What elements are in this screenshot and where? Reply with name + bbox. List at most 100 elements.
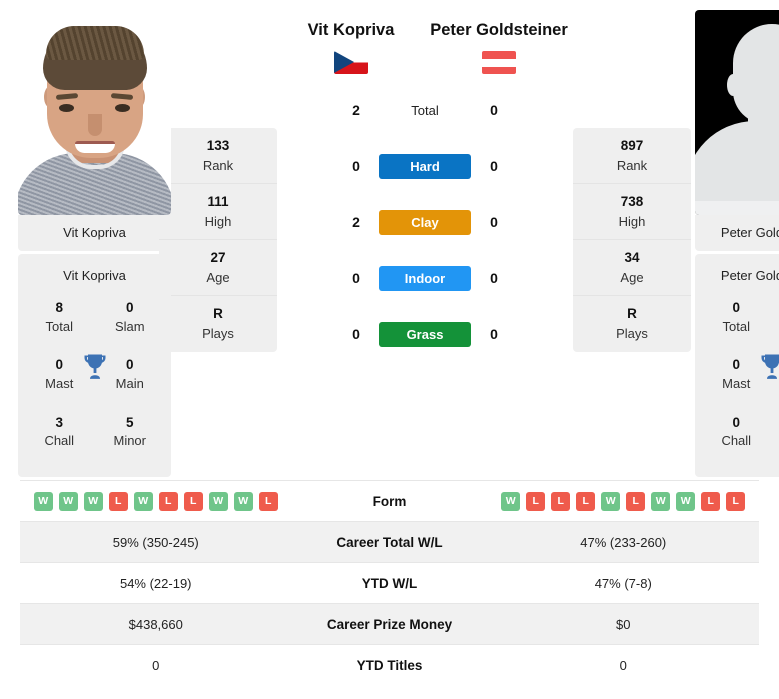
surface-row-grass: 0 Grass 0: [277, 306, 573, 362]
right-titles-slam: 0 Slam: [772, 289, 779, 346]
form-badge-win: W: [58, 491, 78, 511]
right-form-badges: WLLLWLWWLL: [488, 491, 760, 511]
left-age-value: 27: [210, 249, 226, 265]
table-row: W W W L W L L W W L Form W L L L W L W W L L: [20, 480, 759, 521]
left-titles-minor: 5 Minor: [95, 404, 166, 461]
form-badge-loss: L: [701, 491, 721, 511]
left-player-name: Vit Kopriva: [307, 21, 395, 39]
right-score-grass: 0: [490, 326, 498, 343]
left-titles-player-name: Vit Kopriva: [63, 268, 126, 283]
right-plays-value: R: [627, 306, 637, 322]
right-titles-total-label: Total: [722, 318, 750, 334]
left-titles-slam-value: 0: [125, 300, 134, 315]
stats-table: W W W L W L L W W L Form W L L L W L W W L L 59% (350-245) Car…: [0, 480, 779, 685]
right-plays-cell: R Plays: [573, 296, 691, 352]
player-placeholder-avatar-icon: [695, 10, 779, 215]
comparison-header: Vit Kopriva Vit Kopriva 8 Total 0 Slam 0…: [0, 0, 779, 480]
surface-label-indoor: Indoor: [379, 265, 471, 291]
table-row: $438,660 Career Prize Money $0: [20, 603, 759, 644]
right-career-prize-money: $0: [616, 616, 631, 632]
left-titles-slam-label: Slam: [114, 318, 145, 334]
right-player-name: Peter Goldsteiner: [430, 21, 568, 39]
right-high-value: 738: [620, 193, 644, 209]
right-score-clay: 0: [490, 214, 498, 231]
right-titles-chall: 0 Chall: [701, 404, 772, 461]
right-age-cell: 34 Age: [573, 240, 691, 296]
form-badge-win: W: [651, 491, 671, 511]
left-titles-slam: 0 Slam: [95, 289, 166, 346]
right-titles-chall-label: Chall: [721, 433, 752, 449]
left-plays-cell: R Plays: [159, 296, 277, 352]
right-score-hard: 0: [490, 158, 498, 175]
form-badge-win: W: [233, 491, 253, 511]
left-career-prize-money: $438,660: [128, 616, 183, 632]
left-titles-total-value: 8: [55, 300, 63, 315]
right-titles-total-value: 0: [732, 300, 740, 315]
stat-label: Career Total W/L: [336, 534, 443, 550]
left-ytd-w-l: 54% (22-19): [119, 575, 192, 591]
left-high-label: High: [204, 213, 232, 229]
left-rank-label: Rank: [202, 157, 234, 173]
right-ytd-titles: 0: [619, 657, 627, 673]
table-row: 59% (350-245) Career Total W/L 47% (233-26…: [20, 521, 759, 562]
right-titles-minor-value: 0: [772, 413, 779, 433]
surface-row-indoor: 0 Indoor 0: [277, 250, 573, 306]
form-badge-loss: L: [726, 491, 746, 511]
form-badge-win: W: [601, 491, 621, 511]
left-score-indoor: 0: [352, 270, 360, 287]
right-age-value: 34: [624, 249, 640, 265]
right-titles-minor-label: Minor: [772, 432, 779, 451]
surface-label-clay: Clay: [379, 209, 471, 235]
left-titles-total: 8 Total: [24, 289, 95, 346]
table-row: 54% (22-19) YTD W/L 47% (7-8): [20, 562, 759, 603]
form-badge-loss: L: [183, 491, 203, 511]
form-badge-loss: L: [626, 491, 646, 511]
right-score-total: 0: [490, 102, 498, 119]
left-ytd-titles: 0: [152, 657, 160, 673]
form-badge-win: W: [33, 491, 53, 511]
right-form: WLLLWLWWLL: [488, 491, 760, 511]
right-titles-slam-label: Slam: [772, 318, 779, 337]
stat-label: Form: [372, 493, 407, 509]
left-score-clay: 2: [352, 214, 360, 231]
right-titles-minor: 0 Minor: [772, 404, 779, 461]
left-age-label: Age: [206, 269, 230, 285]
left-player-photo: [18, 10, 171, 215]
trophy-icon: [761, 354, 779, 379]
left-score-hard: 0: [352, 158, 360, 175]
form-badge-win: W: [208, 491, 228, 511]
right-player-rank-column: 897 Rank 738 High 34 Age R Plays: [573, 10, 691, 352]
czech-republic-flag-icon: [334, 51, 368, 75]
right-rank-card: 897 Rank 738 High 34 Age R Plays: [573, 128, 691, 352]
form-badge-win: W: [676, 491, 696, 511]
right-player-titles-card: Peter Goldsteiner 0 Total 0 Slam 0 Mast: [695, 254, 779, 478]
left-titles-minor-value: 5: [125, 414, 134, 430]
right-player-photo-name: Peter Goldsteiner: [695, 215, 779, 251]
right-rank-value: 897: [620, 137, 644, 153]
austria-flag-icon: [482, 51, 516, 75]
right-titles-slam-value: 0: [772, 298, 779, 318]
trophy-icon: [84, 354, 105, 379]
stat-label: Career Prize Money: [326, 616, 453, 632]
form-badge-win: W: [83, 491, 103, 511]
surface-label-grass: Grass: [379, 321, 471, 347]
right-ytd-w-l: 47% (7-8): [594, 575, 652, 591]
left-high-cell: 111 High: [159, 184, 277, 240]
player-comparison-page: Vit Kopriva Vit Kopriva 8 Total 0 Slam 0…: [0, 0, 779, 699]
left-plays-label: Plays: [202, 326, 234, 342]
right-titles-player-name: Peter Goldsteiner: [720, 268, 779, 283]
right-rank-cell: 897 Rank: [573, 128, 691, 184]
form-badge-loss: L: [526, 491, 546, 511]
right-high-cell: 738 High: [573, 184, 691, 240]
left-age-cell: 27 Age: [159, 240, 277, 296]
player-portrait-image: [18, 10, 171, 215]
left-titles-chall-value: 3: [55, 414, 63, 430]
surface-comparison-column: Vit Kopriva Peter Goldsteiner 2 Total 0 0 Ha…: [277, 10, 573, 362]
form-badge-loss: L: [108, 491, 128, 511]
table-row: 0 YTD Titles 0: [20, 644, 759, 685]
surface-label-total: Total: [411, 102, 439, 118]
right-player-header: Peter Goldsteiner: [425, 20, 573, 75]
right-career-total-w-l: 47% (233-260): [580, 534, 667, 550]
right-titles-chall-value: 0: [732, 414, 740, 430]
right-plays-label: Plays: [616, 326, 648, 342]
